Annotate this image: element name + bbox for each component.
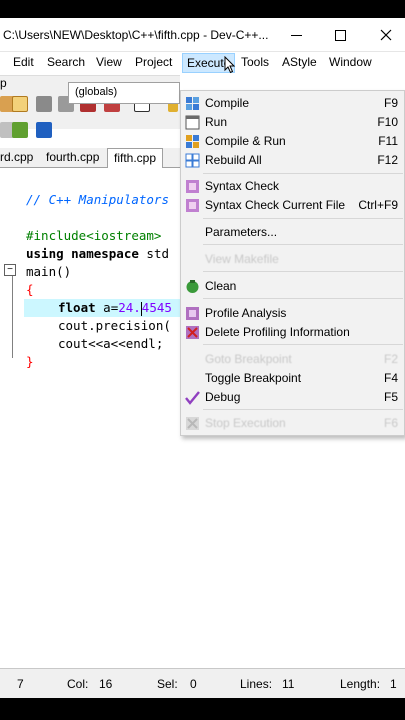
menu-view[interactable]: View: [96, 55, 122, 69]
code-line-comment: // C++ Manipulators: [26, 192, 169, 207]
code-line-close-brace: }: [26, 354, 34, 369]
menu-project[interactable]: Project: [135, 55, 172, 69]
compile-icon: [186, 97, 199, 110]
tab-fourth-cpp[interactable]: fourth.cpp: [46, 150, 99, 164]
menu-item-goto-breakpoint: Goto Breakpoint F2: [205, 352, 398, 366]
code-line-main: main(): [26, 264, 72, 279]
menu-item-profile-analysis[interactable]: Profile Analysis: [181, 303, 405, 323]
menu-separator: [203, 344, 403, 345]
file-tabs: rd.cpp fourth.cpp fifth.cpp: [0, 148, 180, 169]
status-col-label: Col:: [67, 677, 89, 691]
menu-separator: [203, 409, 403, 410]
status-sel-label: Sel:: [157, 677, 178, 691]
menu-separator: [203, 173, 403, 174]
menu-item-clean[interactable]: Clean: [181, 276, 405, 296]
menu-bar: Edit Search View Project Execute Tools A…: [0, 52, 405, 74]
mouse-cursor-icon: [224, 56, 236, 74]
menu-item-debug[interactable]: Debug F5: [181, 387, 405, 407]
tab-fifth-cpp[interactable]: fifth.cpp: [107, 148, 164, 169]
grid-icon[interactable]: [36, 96, 52, 112]
menu-separator: [203, 218, 403, 219]
execute-menu: Compile F9 Run F10 Compile & Run F11 Rebuil…: [180, 90, 405, 436]
status-lines-label: Lines:: [240, 677, 273, 691]
menu-astyle[interactable]: AStyle: [282, 55, 317, 69]
scope-select[interactable]: (globals): [68, 82, 180, 104]
maximize-icon: [334, 29, 346, 41]
code-line-cout: cout<<a<<endl;: [58, 336, 164, 351]
code-line-include: #include<iostream>: [26, 228, 162, 243]
menu-edit[interactable]: Edit: [13, 55, 34, 69]
status-line-value: 7: [17, 677, 24, 691]
status-length-value: 1: [390, 677, 397, 691]
syntax-check-file-icon: [186, 199, 199, 212]
goto-icon[interactable]: [12, 122, 28, 138]
fold-guide: [12, 276, 13, 358]
minimize-button[interactable]: [282, 22, 310, 48]
status-lines-value: 11: [282, 677, 295, 691]
code-line-float: float a=24.4545: [24, 299, 180, 317]
stop-icon: [186, 417, 199, 430]
run-icon: [185, 115, 200, 130]
menu-item-compile[interactable]: Compile F9: [181, 93, 405, 113]
close-button[interactable]: [372, 22, 400, 48]
menu-search[interactable]: Search: [47, 55, 85, 69]
menu-item-syntax-check[interactable]: Syntax Check: [181, 176, 405, 196]
tab-rd-cpp[interactable]: rd.cpp: [0, 150, 33, 164]
status-bar: 7 Col: 16 Sel: 0 Lines: 11 Length: 1: [0, 668, 405, 698]
rebuild-icon: [185, 153, 200, 168]
code-line-precision: cout.precision(: [58, 318, 171, 333]
code-line-using: using namespace std: [26, 246, 169, 261]
minimize-icon: [290, 34, 302, 36]
menu-item-view-makefile: View Makefile: [205, 252, 279, 266]
menu-item-run[interactable]: Run F10: [181, 112, 405, 132]
menu-separator: [203, 271, 403, 272]
menu-window[interactable]: Window: [329, 55, 372, 69]
status-length-label: Length:: [340, 677, 381, 691]
menu-item-toggle-breakpoint[interactable]: Toggle Breakpoint F4: [181, 368, 405, 388]
delete-profile-icon: [186, 326, 199, 339]
menu-separator: [203, 298, 403, 299]
toolbar-partial-label: p: [0, 76, 7, 90]
maximize-button[interactable]: [326, 22, 354, 48]
bookmark-blue-icon[interactable]: [36, 122, 52, 138]
close-icon: [380, 29, 392, 41]
status-sel-value: 0: [190, 677, 197, 691]
menu-item-syntax-check-file[interactable]: Syntax Check Current File Ctrl+F9: [181, 195, 405, 215]
menu-item-parameters[interactable]: Parameters...: [181, 222, 405, 242]
fold-toggle-icon[interactable]: −: [4, 264, 16, 276]
compile-run-icon: [186, 135, 199, 148]
edit-icon[interactable]: [12, 96, 28, 112]
menu-item-delete-profiling[interactable]: Delete Profiling Information: [181, 322, 405, 342]
window-title: C:\Users\NEW\Desktop\C++\fifth.cpp - Dev…: [3, 28, 269, 42]
code-line-open-brace: {: [26, 282, 34, 297]
menu-tools[interactable]: Tools: [241, 55, 269, 69]
menu-item-compile-run[interactable]: Compile & Run F11: [181, 131, 405, 151]
title-bar[interactable]: C:\Users\NEW\Desktop\C++\fifth.cpp - Dev…: [0, 18, 405, 52]
devcpp-window: C:\Users\NEW\Desktop\C++\fifth.cpp - Dev…: [0, 18, 405, 698]
clean-icon: [186, 280, 199, 293]
debug-icon: [185, 391, 200, 405]
menu-separator: [203, 244, 403, 245]
syntax-check-icon: [186, 180, 199, 193]
menu-item-stop-execution: Stop Execution F6: [181, 413, 405, 433]
menu-item-rebuild-all[interactable]: Rebuild All F12: [181, 150, 405, 170]
profile-icon: [186, 307, 199, 320]
status-col-value: 16: [99, 677, 113, 691]
